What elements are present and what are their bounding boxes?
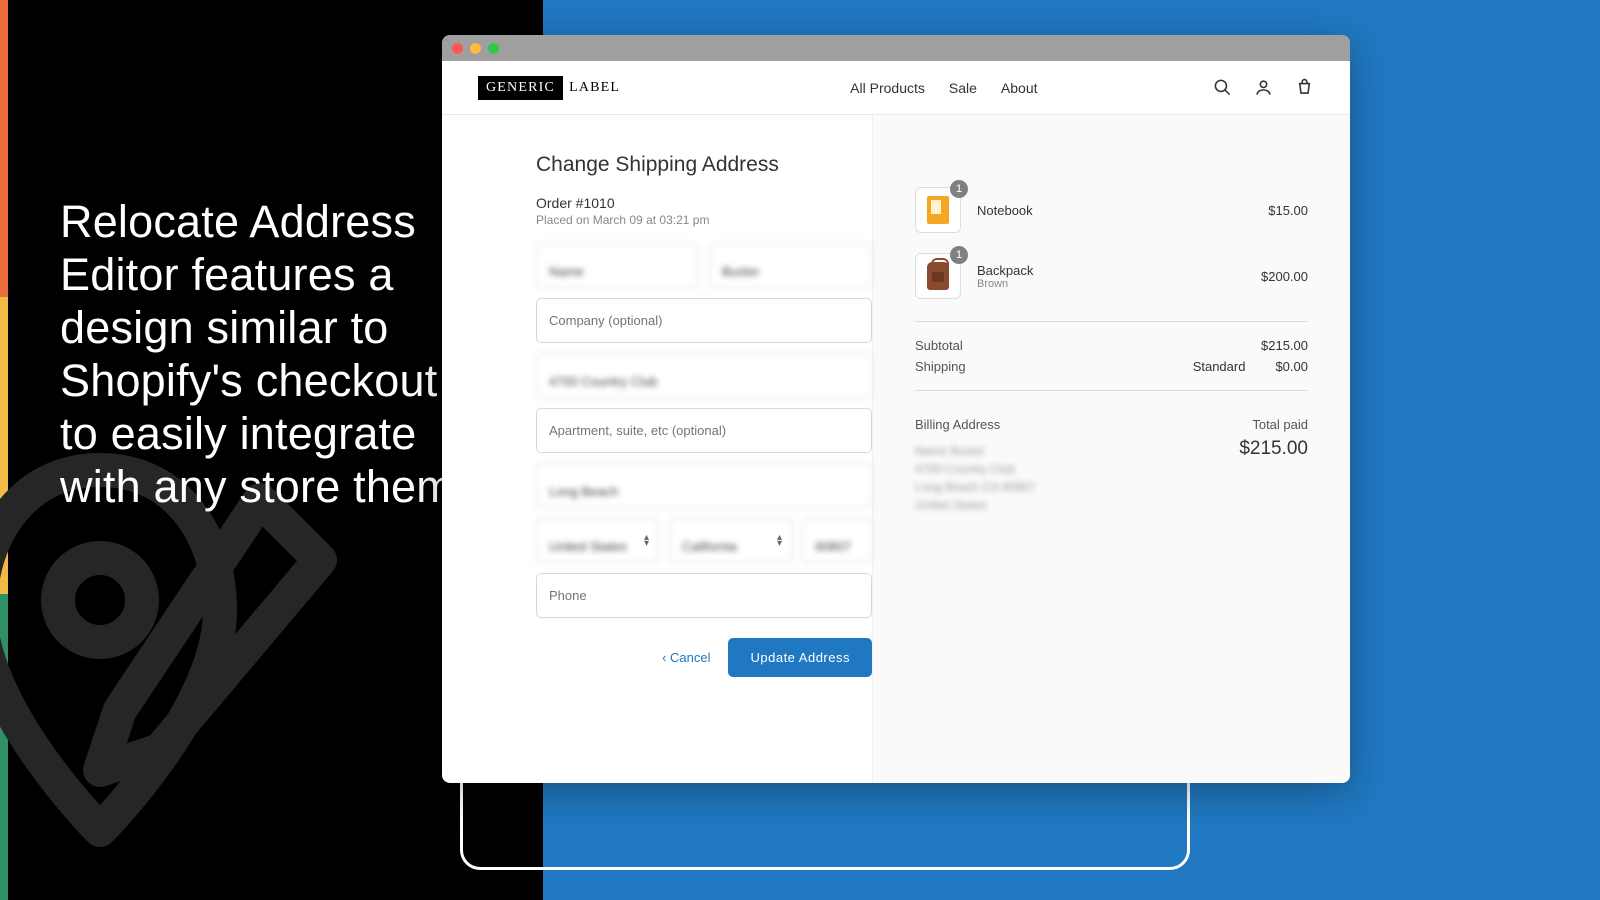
- subtotal-value: $215.00: [1261, 338, 1308, 353]
- company-field[interactable]: [536, 298, 872, 343]
- item-name: Backpack: [977, 263, 1033, 278]
- window-minimize-button[interactable]: [470, 43, 481, 54]
- divider: [915, 321, 1308, 322]
- nav-all-products[interactable]: All Products: [850, 80, 925, 96]
- cart-icon[interactable]: [1295, 78, 1314, 97]
- cancel-link[interactable]: ‹ Cancel: [662, 650, 710, 665]
- zip-field[interactable]: [802, 518, 872, 563]
- update-address-button[interactable]: Update Address: [728, 638, 872, 677]
- shipping-label: Shipping: [915, 359, 966, 374]
- order-summary: 1 Notebook $15.00 1 Backpack: [872, 115, 1350, 783]
- nav-sale[interactable]: Sale: [949, 80, 977, 96]
- window-close-button[interactable]: [452, 43, 463, 54]
- qty-badge: 1: [950, 180, 968, 198]
- item-thumbnail: 1: [915, 187, 961, 233]
- apartment-field[interactable]: [536, 408, 872, 453]
- search-icon[interactable]: [1213, 78, 1232, 97]
- order-placed-timestamp: Placed on March 09 at 03:21 pm: [536, 213, 872, 227]
- total-paid-label: Total paid: [1252, 417, 1308, 432]
- billing-address-label: Billing Address: [915, 417, 1000, 432]
- line-item: 1 Backpack Brown $200.00: [915, 253, 1308, 299]
- item-price: $15.00: [1268, 203, 1308, 218]
- rainbow-strip: [0, 0, 8, 900]
- phone-field[interactable]: [536, 573, 872, 618]
- promo-text: Relocate Address Editor features a desig…: [60, 195, 480, 514]
- account-icon[interactable]: [1254, 78, 1273, 97]
- country-select[interactable]: [536, 518, 659, 563]
- logo-box: GENERIC: [478, 76, 563, 100]
- line-item: 1 Notebook $15.00: [915, 187, 1308, 233]
- divider: [915, 390, 1308, 391]
- order-number: Order #1010: [536, 195, 872, 211]
- notebook-icon: [927, 196, 949, 224]
- window-titlebar: [442, 35, 1350, 61]
- shipping-method: Standard: [1193, 359, 1246, 374]
- subtotal-label: Subtotal: [915, 338, 963, 353]
- nav-about[interactable]: About: [1001, 80, 1038, 96]
- shipping-price: $0.00: [1275, 359, 1308, 374]
- address-field[interactable]: [536, 353, 872, 398]
- window-maximize-button[interactable]: [488, 43, 499, 54]
- store-header: GENERIC LABEL All Products Sale About: [442, 61, 1350, 115]
- last-name-field[interactable]: [709, 243, 872, 288]
- item-variant: Brown: [977, 278, 1033, 290]
- total-paid-value: $215.00: [1239, 438, 1308, 460]
- main-nav: All Products Sale About: [850, 80, 1037, 96]
- qty-badge: 1: [950, 246, 968, 264]
- address-form: Change Shipping Address Order #1010 Plac…: [442, 115, 872, 783]
- logo-label: LABEL: [569, 80, 620, 96]
- billing-address-block: Name Buster 4700 Country Club Long Beach…: [915, 442, 1035, 514]
- state-select[interactable]: [669, 518, 792, 563]
- page-title: Change Shipping Address: [536, 153, 872, 177]
- first-name-field[interactable]: [536, 243, 699, 288]
- backpack-icon: [927, 262, 949, 290]
- store-logo[interactable]: GENERIC LABEL: [478, 76, 620, 100]
- item-price: $200.00: [1261, 269, 1308, 284]
- browser-window: GENERIC LABEL All Products Sale About Ch…: [442, 35, 1350, 783]
- item-thumbnail: 1: [915, 253, 961, 299]
- item-name: Notebook: [977, 203, 1033, 218]
- city-field[interactable]: [536, 463, 872, 508]
